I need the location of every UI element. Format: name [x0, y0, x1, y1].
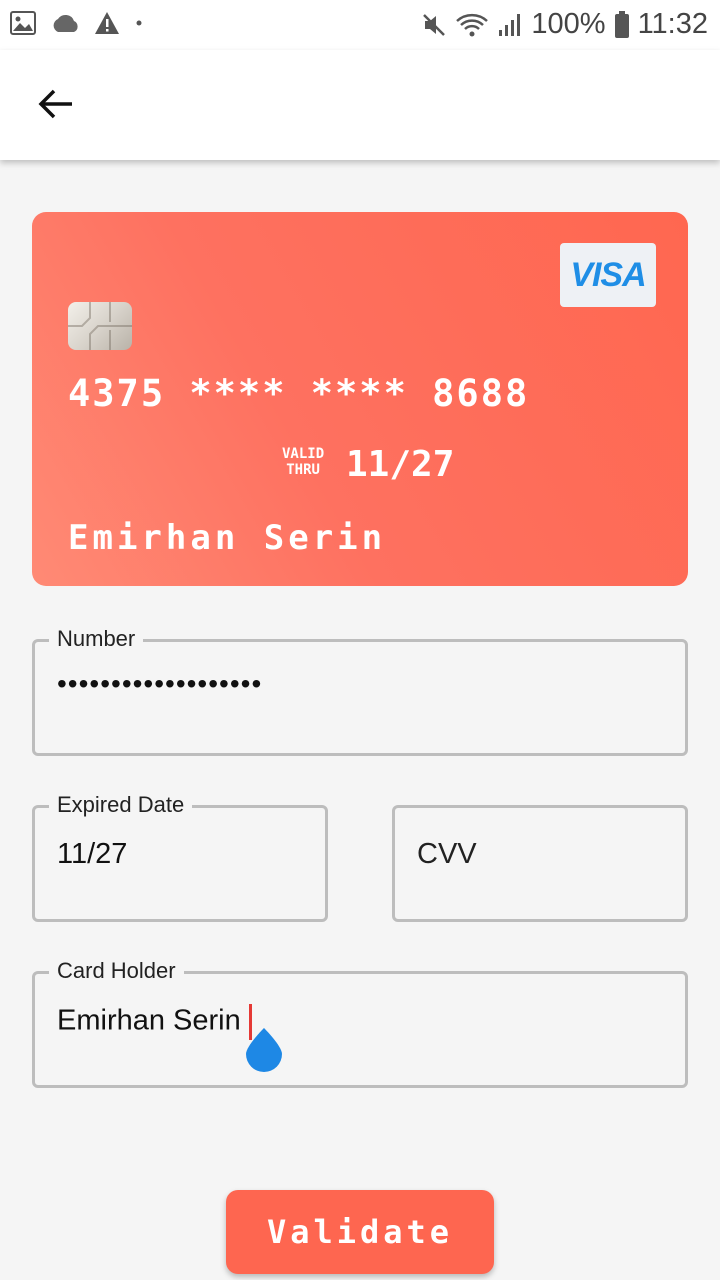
status-time: 11:32 [637, 8, 708, 40]
image-icon [10, 11, 36, 35]
card-holder-input[interactable]: Emirhan Serin [57, 1005, 241, 1037]
card-holder-display: Emirhan Serin [68, 518, 387, 558]
card-number-input[interactable]: ••••••••••••••••••• [57, 668, 262, 700]
card-holder-field[interactable]: Card Holder Emirhan Serin [32, 958, 688, 1088]
app-bar [0, 50, 720, 160]
card-brand-logo: VISA [560, 243, 656, 307]
card-holder-label: Card Holder [49, 958, 184, 984]
card-holder-input-wrap[interactable]: Emirhan Serin [57, 1004, 252, 1040]
card-chip-icon [68, 302, 132, 350]
dot-icon [136, 20, 142, 26]
mute-icon [423, 13, 446, 36]
cvv-input[interactable]: CVV [417, 838, 477, 871]
validate-button-label: Validate [266, 1213, 454, 1251]
valid-label-line2: THRU [286, 462, 320, 478]
battery-percent: 100% [531, 8, 606, 40]
expiry-date-input[interactable]: 11/27 [57, 838, 127, 871]
text-selection-handle-icon[interactable] [242, 1028, 286, 1072]
arrow-left-icon [38, 89, 72, 119]
expiry-date-label: Expired Date [49, 792, 193, 818]
valid-thru-label: VALID THRU [282, 446, 324, 478]
card-expiry-display: 11/27 [346, 444, 455, 485]
back-button[interactable] [32, 80, 80, 128]
status-left-icons [10, 11, 144, 35]
warning-icon [95, 12, 119, 34]
cloud-icon [53, 14, 78, 32]
card-number-field[interactable]: Number ••••••••••••••••••• [32, 626, 688, 756]
signal-icon [499, 13, 521, 36]
battery-icon [614, 10, 629, 38]
validate-button[interactable]: Validate [226, 1190, 494, 1274]
card-number-label: Number [49, 626, 144, 652]
expiry-date-field[interactable]: Expired Date 11/27 [32, 792, 328, 922]
credit-card-preview: VISA 4375 **** **** 8688 VALID THRU 11/2… [32, 212, 688, 586]
valid-label-line1: VALID [282, 446, 325, 462]
wifi-icon [456, 13, 489, 36]
card-brand-text: VISA [570, 255, 646, 294]
cvv-field[interactable]: CVV [392, 805, 688, 922]
status-bar: 100% 11:32 [0, 0, 720, 50]
status-right: 100% 11:32 [421, 8, 708, 41]
card-number-display: 4375 **** **** 8688 [68, 372, 530, 415]
